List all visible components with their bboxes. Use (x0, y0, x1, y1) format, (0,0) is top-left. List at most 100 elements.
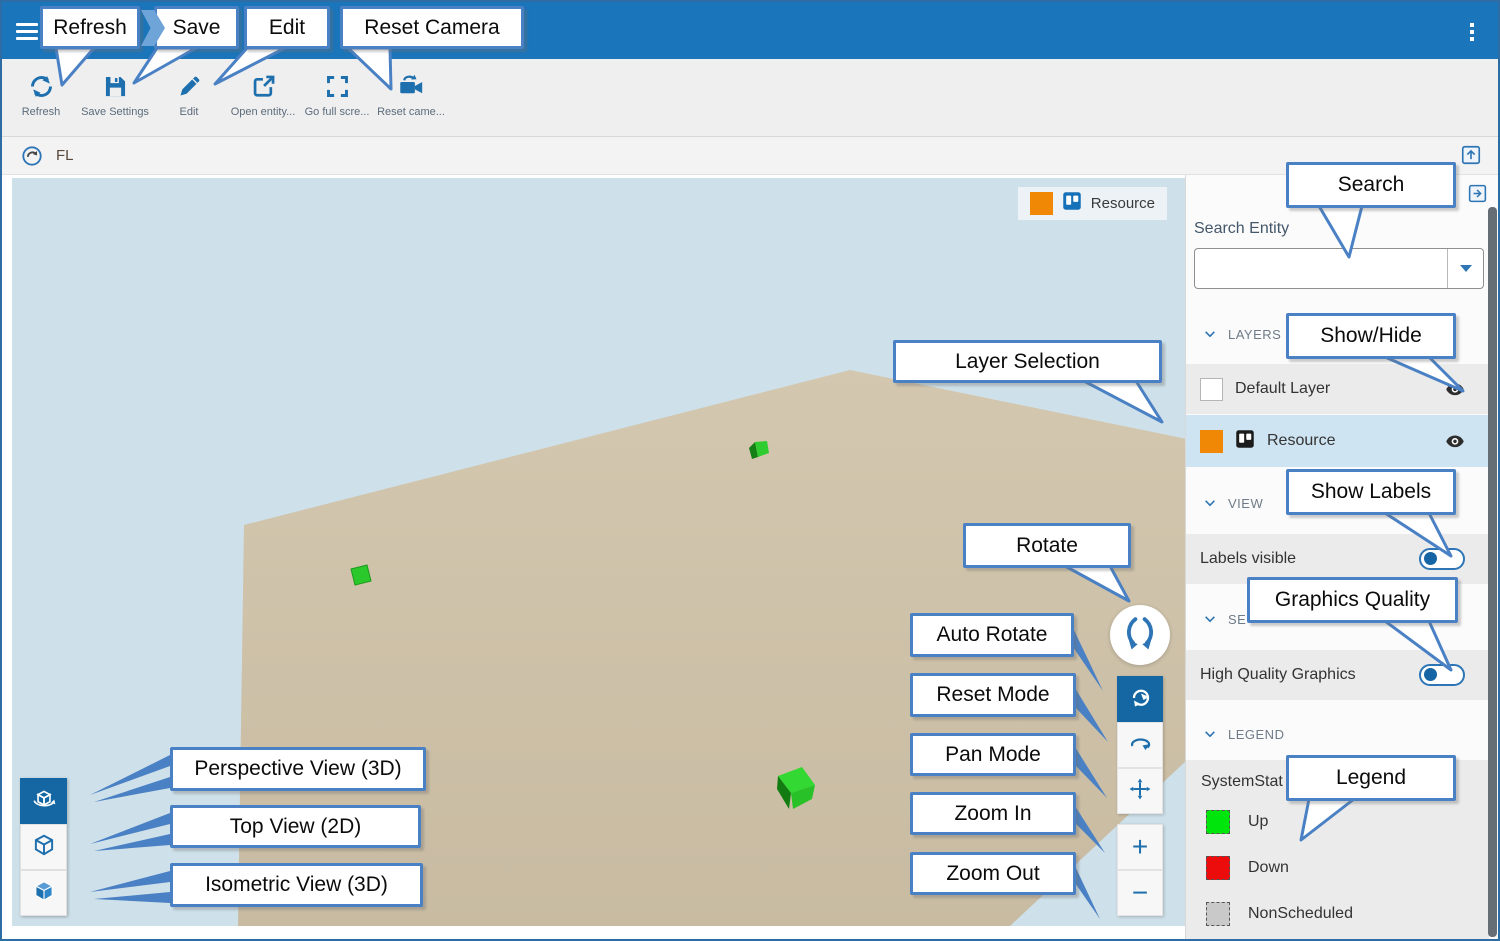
viewport-legend-chip: Resource (1018, 187, 1167, 220)
open-entity-icon (226, 73, 300, 100)
move-icon (1128, 777, 1152, 806)
callout-search: Search (1286, 162, 1456, 208)
chip-label: Resource (1091, 195, 1155, 212)
callout-auto-rotate: Auto Rotate (910, 613, 1074, 657)
save-settings-button[interactable]: Save Settings (78, 59, 152, 136)
toolbar-label: Reset came... (374, 106, 448, 118)
callout-layer-selection: Layer Selection (893, 340, 1162, 383)
collapse-panel-icon[interactable] (1467, 183, 1488, 204)
toolbar-label: Open entity... (226, 106, 300, 118)
reset-camera-button[interactable]: Reset came... (374, 59, 448, 136)
top-view-button[interactable] (20, 824, 67, 870)
fullscreen-button[interactable]: Go full scre... (300, 59, 374, 136)
callout-perspective-view: Perspective View (3D) (170, 747, 426, 791)
edit-button[interactable]: Edit (152, 59, 226, 136)
kanban-icon (1062, 191, 1082, 216)
perspective-view-button[interactable] (20, 778, 67, 824)
zoom-out-button[interactable]: − (1117, 870, 1163, 916)
hamburger-menu-icon[interactable] (16, 19, 40, 41)
callout-show-labels: Show Labels (1286, 469, 1456, 515)
chevron-down-icon (1202, 726, 1218, 742)
toggle-label: High Quality Graphics (1200, 666, 1356, 684)
callout-rotate: Rotate (963, 523, 1131, 568)
toolbar-label: Go full scre... (300, 106, 374, 118)
breadcrumb-entity[interactable]: FL (56, 147, 74, 164)
section-title: SE (1228, 612, 1246, 627)
rotate-gesture-icon (1128, 685, 1152, 714)
toggle-label: Labels visible (1200, 550, 1296, 568)
layer-label: Resource (1267, 432, 1335, 450)
search-entity-combobox (1194, 248, 1484, 289)
main-toolbar: Refresh Save Settings Edit Open entity..… (2, 59, 1498, 137)
breadcrumb-bar: FL (2, 137, 1498, 175)
view-mode-buttons (20, 778, 67, 916)
panel-scrollbar[interactable] (1488, 207, 1497, 937)
callout-top-view: Top View (2D) (170, 805, 421, 848)
callout-isometric-view: Isometric View (3D) (170, 863, 423, 907)
layer-color-swatch (1200, 430, 1223, 453)
toolbar-label: Save Settings (78, 106, 152, 118)
orbit-icon (1128, 731, 1152, 760)
legend-group-label: SystemStat (1201, 773, 1283, 791)
toolbar-label: Refresh (4, 106, 78, 118)
reset-mode-button[interactable] (1117, 722, 1163, 768)
callout-show-hide: Show/Hide (1286, 313, 1456, 359)
high-quality-toggle[interactable] (1419, 664, 1465, 686)
zoom-in-button[interactable]: + (1117, 824, 1163, 870)
auto-rotate-button[interactable] (1117, 676, 1163, 722)
kanban-icon (1235, 429, 1255, 454)
popout-icon[interactable] (1460, 144, 1482, 166)
section-title: LEGEND (1228, 727, 1284, 742)
legend-swatch-nonscheduled (1206, 902, 1230, 926)
callout-legend: Legend (1286, 755, 1456, 801)
isometric-view-button[interactable] (20, 870, 67, 916)
app-window: Refresh Save Settings Edit Open entity..… (0, 0, 1500, 941)
resource-swatch (1030, 192, 1053, 215)
pan-mode-button[interactable] (1117, 768, 1163, 814)
callout-zoom-out: Zoom Out (910, 852, 1076, 895)
toolbar-label: Edit (152, 106, 226, 118)
legend-swatch-down (1206, 856, 1230, 880)
right-panel: Search Entity LAYERS Default Layer (1185, 175, 1498, 941)
legend-section-header[interactable]: LEGEND (1186, 720, 1489, 748)
zoom-buttons: + − (1117, 824, 1163, 916)
eye-icon[interactable] (1445, 433, 1465, 449)
legend-item-up: Up (1206, 810, 1268, 834)
callout-edit: Edit (244, 6, 330, 49)
fullscreen-icon (300, 73, 374, 100)
cube-filled-icon (31, 878, 57, 909)
open-entity-button[interactable]: Open entity... (226, 59, 300, 136)
camera-mode-buttons (1117, 676, 1163, 814)
sync-icon[interactable] (21, 145, 43, 167)
labels-visible-toggle[interactable] (1419, 548, 1465, 570)
callout-reset-camera: Reset Camera (340, 6, 524, 49)
callout-refresh: Refresh (40, 6, 140, 49)
chevron-down-icon (1202, 326, 1218, 342)
legend-item-down: Down (1206, 856, 1289, 880)
save-icon (78, 73, 152, 100)
callout-pan-mode: Pan Mode (910, 733, 1076, 776)
edit-icon (152, 73, 226, 100)
search-entity-input[interactable] (1199, 253, 1439, 284)
high-quality-row: High Quality Graphics (1186, 650, 1489, 700)
layer-row-default[interactable]: Default Layer (1186, 364, 1489, 414)
rotate-arrows-icon (1117, 610, 1163, 661)
chevron-down-icon (1202, 611, 1218, 627)
kebab-menu-icon[interactable] (1468, 20, 1476, 44)
callout-save: Save (154, 6, 239, 49)
eye-icon[interactable] (1445, 381, 1465, 397)
chevron-down-icon (1202, 495, 1218, 511)
layer-label: Default Layer (1235, 380, 1330, 398)
callout-graphics-quality: Graphics Quality (1247, 577, 1458, 623)
legend-item-nonscheduled: NonScheduled (1206, 902, 1353, 926)
rotate-control[interactable] (1110, 605, 1170, 665)
layer-color-swatch (1200, 378, 1223, 401)
refresh-button[interactable]: Refresh (4, 59, 78, 136)
combobox-dropdown-button[interactable] (1447, 249, 1483, 288)
refresh-icon (4, 73, 78, 100)
section-title: LAYERS (1228, 327, 1281, 342)
cube-outline-icon (31, 832, 57, 863)
layer-row-resource[interactable]: Resource (1186, 415, 1489, 467)
perspective-cube-icon (31, 786, 57, 817)
reset-camera-icon (374, 73, 448, 100)
